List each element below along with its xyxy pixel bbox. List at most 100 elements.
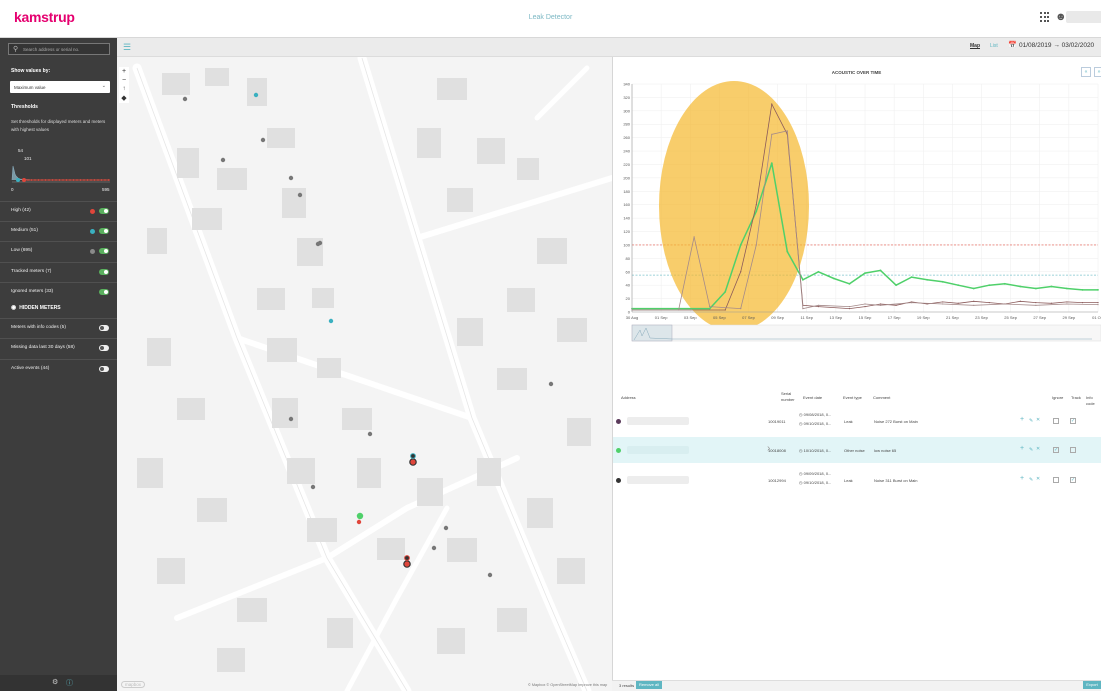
export-button[interactable]: Export (1083, 681, 1101, 689)
track-checkbox[interactable] (1070, 447, 1076, 453)
apps-grid-icon[interactable] (1040, 12, 1050, 22)
series-point-1 (817, 270, 820, 273)
ignore-checkbox[interactable] (1053, 477, 1059, 483)
col-track[interactable]: Track (1071, 395, 1081, 401)
col-serial[interactable]: Serial number (781, 391, 797, 403)
hidden-row-info-codes[interactable]: Meters with info codes (5) (0, 318, 117, 336)
y-tick-label: 80 (626, 256, 631, 261)
ignore-checkbox[interactable] (1053, 418, 1059, 424)
col-info-code[interactable]: Info code (1086, 395, 1101, 407)
chart-next-button[interactable]: » (1094, 67, 1101, 77)
meter-marker-low (288, 416, 294, 422)
zoom-out-button[interactable]: − (119, 76, 129, 85)
view-list-tab[interactable]: List (990, 43, 998, 49)
filter-row-medium[interactable]: Medium (51) (0, 221, 117, 239)
col-event-type[interactable]: Event type (843, 395, 862, 401)
info-codes-toggle[interactable] (99, 325, 109, 331)
close-icon[interactable]: ✕ (1036, 446, 1040, 452)
user-name-blurred[interactable] (1066, 11, 1101, 23)
meter-marker-tracked (410, 453, 416, 459)
series-point-2 (988, 302, 990, 304)
filter-row-low[interactable]: Low (695) (0, 241, 117, 259)
comment-cell: Noise 311 Burst on Main (874, 478, 918, 483)
table-row-selected[interactable]: › 10018008 ◷ 10/10/2018, 0... Other nois… (613, 437, 1101, 463)
edit-icon[interactable]: ✎ (1029, 418, 1033, 424)
view-map-tab[interactable]: Map (970, 43, 980, 49)
series-point-1 (926, 278, 929, 281)
add-icon[interactable]: + (1020, 416, 1024, 423)
filter-row-high[interactable]: High (42) (0, 201, 117, 219)
meter-marker-low (487, 572, 493, 578)
thresholds-title: Thresholds (11, 104, 38, 110)
edit-icon[interactable]: ✎ (1029, 447, 1033, 453)
close-icon[interactable]: ✕ (1036, 476, 1040, 482)
active-events-toggle[interactable] (99, 366, 109, 372)
remove-all-button[interactable]: Remove all (636, 681, 663, 689)
y-tick-label: 140 (623, 216, 630, 221)
chart-prev-button[interactable]: « (1081, 67, 1091, 77)
series-point-1 (739, 244, 742, 246)
map-attribution[interactable]: © Mapbox © OpenStreetMap Improve this ma… (528, 683, 607, 687)
col-ignore[interactable]: Ignore (1052, 395, 1063, 401)
series-point-1 (1019, 285, 1022, 288)
add-icon[interactable]: + (1020, 475, 1024, 482)
event-date-cell: ◷ 09/10/2018, 0... (799, 421, 832, 426)
mapbox-logo[interactable]: mapbox (121, 681, 146, 688)
user-icon[interactable]: ☻ (1055, 11, 1067, 23)
date-range[interactable]: 01/08/2019 → 03/02/2020 (1019, 42, 1094, 49)
medium-toggle[interactable] (99, 228, 109, 234)
calendar-icon[interactable]: 📅 (1008, 41, 1017, 49)
help-icon[interactable]: ⓘ (66, 678, 73, 688)
hidden-row-missing-data[interactable]: Missing data last 30 days (58) (0, 338, 117, 356)
x-tick-label: 07 Sep (742, 315, 755, 320)
layers-icon[interactable]: ◆ (119, 94, 129, 103)
threshold-handle-high (22, 178, 26, 182)
meter-marker-high (409, 458, 417, 466)
filter-label: High (42) (11, 208, 31, 213)
series-point-1 (1050, 285, 1053, 288)
address-blurred (627, 476, 689, 484)
col-event-date[interactable]: Event date (803, 395, 822, 401)
col-address[interactable]: Address (621, 395, 636, 401)
address-blurred (627, 446, 689, 454)
filter-row-tracked[interactable]: Tracked meters (7) (0, 262, 117, 280)
series-point-2 (1035, 302, 1037, 304)
compass-icon[interactable]: ↑ (119, 85, 129, 94)
value-histogram[interactable] (10, 160, 110, 184)
meter-marker-low (297, 192, 303, 198)
edit-icon[interactable]: ✎ (1029, 477, 1033, 483)
y-tick-label: 60 (626, 269, 631, 274)
col-comment[interactable]: Comment (873, 395, 890, 401)
tracked-toggle[interactable] (99, 269, 109, 275)
ignore-checkbox[interactable]: ✓ (1053, 447, 1059, 453)
zoom-in-button[interactable]: + (119, 67, 129, 76)
filter-row-ignored[interactable]: Ignored meters (33) (0, 282, 117, 300)
search-placeholder: Search address or serial no. (23, 47, 80, 52)
acoustic-over-time-chart[interactable]: 0 20 40 60 80 100 120 140 160 180 200 220 240 260 280 3… (612, 78, 1101, 346)
missing-data-toggle[interactable] (99, 345, 109, 351)
gear-icon[interactable]: ⚙ (52, 678, 58, 686)
table-row[interactable]: 10012994 ◷ 09/09/2018, 0... ◷ 09/10/2018… (613, 467, 1101, 493)
map-canvas[interactable] (117, 38, 612, 691)
series-point-2 (973, 300, 975, 302)
add-icon[interactable]: + (1020, 445, 1024, 452)
event-date-cell: ◷ 10/10/2018, 0... (799, 448, 832, 453)
show-values-select[interactable]: Maximum value ⌄ (10, 81, 110, 93)
track-checkbox[interactable]: ✓ (1070, 477, 1076, 483)
ignored-toggle[interactable] (99, 289, 109, 295)
map-view[interactable] (117, 38, 612, 691)
menu-icon[interactable]: ☰ (123, 42, 131, 53)
series-point-2 (864, 306, 866, 308)
table-row[interactable]: 10019011 ◷ 09/08/2018, 0... ◷ 09/10/2018… (613, 408, 1101, 434)
filter-label: Missing data last 30 days (58) (11, 345, 75, 350)
search-input[interactable]: ⚲ Search address or serial no. (8, 43, 110, 55)
filter-label: Ignored meters (33) (11, 289, 54, 294)
close-icon[interactable]: ✕ (1036, 417, 1040, 423)
hidden-row-active-events[interactable]: Active events (44) (0, 359, 117, 377)
y-tick-label: 300 (623, 108, 630, 113)
chart-navigator[interactable] (631, 324, 1101, 342)
low-toggle[interactable] (99, 248, 109, 254)
track-checkbox[interactable]: ✓ (1070, 418, 1076, 424)
high-toggle[interactable] (99, 208, 109, 214)
selected-value: Maximum value (14, 84, 46, 90)
